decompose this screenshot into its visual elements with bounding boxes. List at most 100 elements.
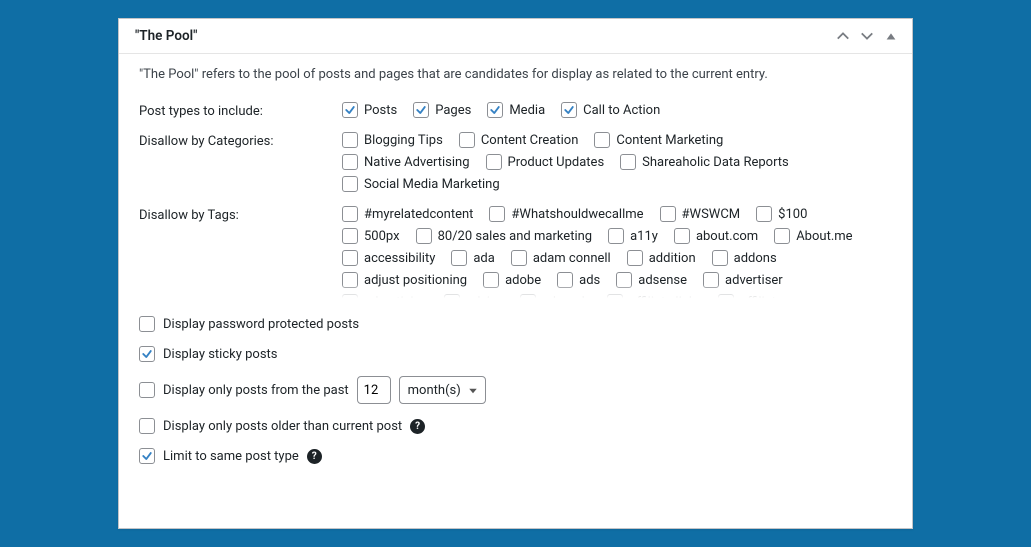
tag-checkbox[interactable] (557, 272, 573, 288)
tag-checkbox[interactable] (607, 294, 623, 298)
tag-item: about.com (674, 228, 758, 244)
tag-item: affiliates (718, 294, 789, 298)
tag-item: addition (627, 250, 696, 266)
tag-label: #Whatshouldwecallme (511, 207, 643, 222)
tag-checkbox[interactable] (444, 294, 460, 298)
post-type-checkbox[interactable] (487, 102, 503, 118)
post-type-checkbox[interactable] (342, 102, 358, 118)
tag-checkbox[interactable] (342, 250, 358, 266)
tag-label: 500px (364, 229, 400, 244)
disallow-categories-row: Disallow by Categories: Blogging TipsCon… (139, 132, 892, 194)
category-checkbox[interactable] (342, 132, 358, 148)
help-icon[interactable]: ? (307, 449, 322, 464)
category-checkbox[interactable] (620, 154, 636, 170)
panel-body: "The Pool" refers to the pool of posts a… (119, 54, 912, 528)
tag-checkbox[interactable] (483, 272, 499, 288)
tag-checkbox[interactable] (511, 250, 527, 266)
tag-checkbox[interactable] (416, 228, 432, 244)
tag-item: $100 (756, 206, 807, 222)
select-past-unit-label: month(s) (408, 383, 461, 398)
panel-title: "The Pool" (135, 28, 197, 44)
tag-item: ads (557, 272, 600, 288)
checkbox-sticky[interactable] (139, 346, 155, 362)
category-checkbox[interactable] (594, 132, 610, 148)
tag-label: #myrelatedcontent (364, 207, 473, 222)
tag-checkbox[interactable] (451, 250, 467, 266)
label-past-only: Display only posts from the past (163, 383, 349, 398)
tag-label: a11y (630, 229, 658, 244)
tag-label: $100 (778, 207, 807, 222)
tag-checkbox[interactable] (616, 272, 632, 288)
checkbox-same-type[interactable] (139, 448, 155, 464)
checkbox-past-only[interactable] (139, 382, 155, 398)
tag-checkbox[interactable] (489, 206, 505, 222)
category-item: Social Media Marketing (342, 176, 500, 192)
category-item: Shareaholic Data Reports (620, 154, 789, 170)
tag-item: #myrelatedcontent (342, 206, 473, 222)
category-item: Native Advertising (342, 154, 470, 170)
tag-label: advice (466, 295, 504, 299)
tag-label: about.com (696, 229, 758, 244)
tag-checkbox[interactable] (703, 272, 719, 288)
collapse-toggle-icon[interactable] (884, 29, 898, 43)
tag-checkbox[interactable] (608, 228, 624, 244)
select-past-unit[interactable]: month(s) (399, 376, 486, 404)
post-type-label: Call to Action (583, 103, 660, 118)
category-checkbox[interactable] (342, 154, 358, 170)
tag-label: adwords (542, 295, 592, 299)
tag-checkbox[interactable] (342, 272, 358, 288)
tag-item: adobe (483, 272, 541, 288)
category-label: Content Marketing (616, 133, 723, 148)
tag-checkbox[interactable] (342, 206, 358, 222)
tag-item: accessibility (342, 250, 435, 266)
category-item: Product Updates (486, 154, 605, 170)
tag-item: a11y (608, 228, 658, 244)
option-past-only: Display only posts from the past month(s… (139, 376, 892, 404)
post-type-checkbox[interactable] (413, 102, 429, 118)
chevron-down-icon[interactable] (860, 29, 874, 43)
category-checkbox[interactable] (486, 154, 502, 170)
post-type-checkbox[interactable] (561, 102, 577, 118)
option-same-type: Limit to same post type ? (139, 448, 892, 464)
tag-checkbox[interactable] (674, 228, 690, 244)
tag-item: advertising (342, 294, 428, 298)
post-type-label: Pages (435, 103, 471, 118)
tag-label: adobe (505, 273, 541, 288)
tag-checkbox[interactable] (342, 228, 358, 244)
category-checkbox[interactable] (459, 132, 475, 148)
disallow-tags-row: Disallow by Tags: #myrelatedcontent#What… (139, 206, 892, 298)
checkbox-password-protected[interactable] (139, 316, 155, 332)
panel-header-icons (836, 29, 898, 43)
tag-checkbox[interactable] (756, 206, 772, 222)
tags-scroll-region[interactable]: #myrelatedcontent#Whatshouldwecallme#WSW… (342, 206, 892, 298)
the-pool-panel: "The Pool" "The Pool" refers to the pool… (118, 18, 913, 529)
disallow-categories-label: Disallow by Categories: (139, 132, 334, 149)
tag-checkbox[interactable] (520, 294, 536, 298)
tag-label: adsense (638, 273, 687, 288)
tag-checkbox[interactable] (774, 228, 790, 244)
tag-checkbox[interactable] (627, 250, 643, 266)
post-type-item: Posts (342, 102, 397, 118)
tag-item: About.me (774, 228, 852, 244)
checkbox-older-than-current[interactable] (139, 418, 155, 434)
label-sticky: Display sticky posts (163, 347, 278, 362)
tag-checkbox[interactable] (718, 294, 734, 298)
tag-checkbox[interactable] (712, 250, 728, 266)
category-item: Content Marketing (594, 132, 723, 148)
help-icon[interactable]: ? (410, 419, 425, 434)
tag-label: adam connell (533, 251, 611, 266)
tag-label: ada (473, 251, 494, 266)
panel-description: "The Pool" refers to the pool of posts a… (139, 67, 892, 82)
post-type-item: Pages (413, 102, 471, 118)
tag-label: advertising (364, 295, 428, 299)
tag-item: ada (451, 250, 494, 266)
tag-checkbox[interactable] (342, 294, 358, 298)
tag-checkbox[interactable] (660, 206, 676, 222)
category-label: Content Creation (481, 133, 579, 148)
option-password-protected: Display password protected posts (139, 316, 892, 332)
category-checkbox[interactable] (342, 176, 358, 192)
tag-item: adjust positioning (342, 272, 467, 288)
input-past-value[interactable] (357, 376, 391, 404)
category-label: Native Advertising (364, 155, 470, 170)
chevron-up-icon[interactable] (836, 29, 850, 43)
